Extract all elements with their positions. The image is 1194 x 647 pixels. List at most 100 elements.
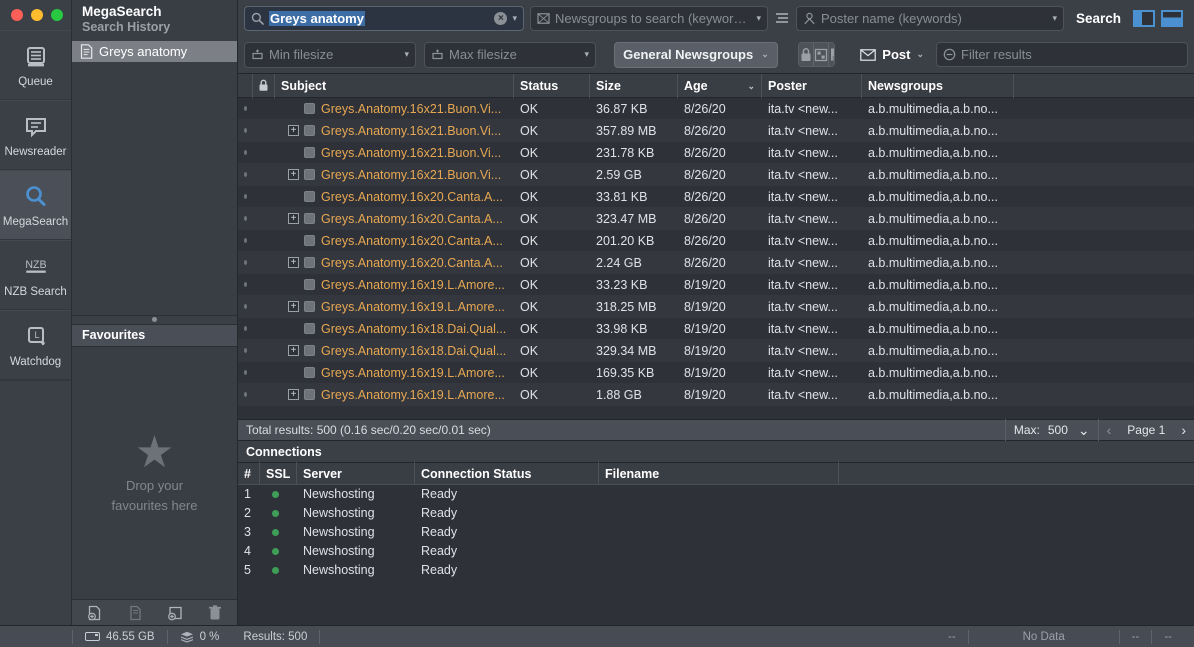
table-row[interactable]: Greys.Anatomy.16x20.Canta.A... OK 33.81 KB… <box>238 186 1194 208</box>
max-filesize-select[interactable]: Max filesize ▾ <box>424 41 596 68</box>
row-checkbox[interactable] <box>304 257 315 268</box>
document-icon[interactable] <box>829 43 835 66</box>
minimize-button[interactable] <box>31 9 43 21</box>
clear-search-icon[interactable]: × <box>494 11 508 25</box>
expand-row-icon[interactable]: + <box>288 301 299 312</box>
sidebar-splitter[interactable] <box>72 314 237 325</box>
connection-row[interactable]: 3 Newshosting Ready <box>238 523 1194 542</box>
category-select[interactable]: General Newsgroups ⌄ <box>614 41 778 68</box>
row-subject-cell[interactable]: + Greys.Anatomy.16x21.Buon.Vi... <box>275 120 514 142</box>
prev-page-button[interactable]: ‹ <box>1097 419 1120 441</box>
column-header-status[interactable]: Status <box>514 73 590 98</box>
search-history-item[interactable]: Greys anatomy <box>72 41 237 62</box>
table-row[interactable]: Greys.Anatomy.16x21.Buon.Vi... OK 36.87 KB… <box>238 98 1194 120</box>
column-header-newsgroups[interactable]: Newsgroups <box>862 73 1014 98</box>
row-subject-cell[interactable]: Greys.Anatomy.16x21.Buon.Vi... <box>275 142 514 164</box>
row-checkbox[interactable] <box>304 191 315 202</box>
row-checkbox[interactable] <box>304 125 315 136</box>
table-row[interactable]: Greys.Anatomy.16x19.L.Amore... OK 169.35 K… <box>238 362 1194 384</box>
chevron-down-icon[interactable]: ▾ <box>756 13 761 23</box>
add-folder-icon[interactable] <box>167 605 184 621</box>
row-subject-cell[interactable]: Greys.Anatomy.16x18.Dai.Qual... <box>275 318 514 340</box>
table-row[interactable]: Greys.Anatomy.16x20.Canta.A... OK 201.20 K… <box>238 230 1194 252</box>
results-table-body[interactable]: Greys.Anatomy.16x21.Buon.Vi... OK 36.87 KB… <box>238 98 1194 419</box>
row-checkbox[interactable] <box>304 235 315 246</box>
row-subject-cell[interactable]: + Greys.Anatomy.16x18.Dai.Qual... <box>275 340 514 362</box>
table-row[interactable]: + Greys.Anatomy.16x18.Dai.Qual... OK 329.34… <box>238 340 1194 362</box>
search-history-caret-icon[interactable]: ▾ <box>512 13 517 23</box>
close-button[interactable] <box>11 9 23 21</box>
column-header-lock[interactable] <box>253 73 275 98</box>
max-results-value[interactable]: 500 <box>1048 419 1076 441</box>
filter-results-input[interactable]: Filter results <box>936 42 1188 67</box>
row-checkbox[interactable] <box>304 103 315 114</box>
row-checkbox[interactable] <box>304 279 315 290</box>
row-checkbox[interactable] <box>304 213 315 224</box>
column-header-age[interactable]: Age ⌄ <box>678 73 762 98</box>
table-row[interactable]: + Greys.Anatomy.16x21.Buon.Vi... OK 2.59 GB… <box>238 164 1194 186</box>
poster-input[interactable]: Poster name (keywords) ▾ <box>796 5 1064 31</box>
connection-row[interactable]: 4 Newshosting Ready <box>238 542 1194 561</box>
row-checkbox[interactable] <box>304 147 315 158</box>
newsgroups-input[interactable]: Newsgroups to search (keywords) ▾ <box>530 5 768 31</box>
rail-item-queue[interactable]: Queue <box>0 30 71 100</box>
table-row[interactable]: + Greys.Anatomy.16x19.L.Amore... OK 1.88 GB… <box>238 384 1194 406</box>
expand-row-icon[interactable]: + <box>288 125 299 136</box>
row-subject-cell[interactable]: + Greys.Anatomy.16x21.Buon.Vi... <box>275 164 514 186</box>
rail-item-megasearch[interactable]: MegaSearch <box>0 170 71 240</box>
column-header-size[interactable]: Size <box>590 73 678 98</box>
table-row[interactable]: + Greys.Anatomy.16x21.Buon.Vi... OK 357.89 … <box>238 120 1194 142</box>
chevron-down-icon[interactable]: ▾ <box>1052 13 1057 23</box>
toggle-sidebar-button[interactable] <box>1133 9 1156 27</box>
maximize-button[interactable] <box>51 9 63 21</box>
row-subject-cell[interactable]: Greys.Anatomy.16x20.Canta.A... <box>275 186 514 208</box>
post-button[interactable]: Post ⌄ <box>856 47 928 62</box>
expand-row-icon[interactable]: + <box>288 345 299 356</box>
connection-row[interactable]: 1 Newshosting Ready <box>238 485 1194 504</box>
row-checkbox[interactable] <box>304 367 315 378</box>
next-page-button[interactable]: › <box>1173 419 1194 441</box>
row-checkbox[interactable] <box>304 323 315 334</box>
row-subject-cell[interactable]: + Greys.Anatomy.16x20.Canta.A... <box>275 252 514 274</box>
connections-table-body[interactable]: 1 Newshosting Ready 2 Newshosting Ready 3 Newsh… <box>238 485 1194 580</box>
chevron-down-icon[interactable]: ▾ <box>584 50 589 59</box>
rail-item-nzb-search[interactable]: NZB NZB Search <box>0 240 71 310</box>
expand-row-icon[interactable]: + <box>288 389 299 400</box>
column-header-poster[interactable]: Poster <box>762 73 862 98</box>
favourites-dropzone[interactable]: ★ Drop your favourites here <box>72 346 237 599</box>
row-subject-cell[interactable]: + Greys.Anatomy.16x19.L.Amore... <box>275 384 514 406</box>
row-checkbox[interactable] <box>304 389 315 400</box>
row-subject-cell[interactable]: Greys.Anatomy.16x20.Canta.A... <box>275 230 514 252</box>
table-row[interactable]: + Greys.Anatomy.16x20.Canta.A... OK 323.47 … <box>238 208 1194 230</box>
rail-item-newsreader[interactable]: Newsreader <box>0 100 71 170</box>
table-row[interactable]: Greys.Anatomy.16x21.Buon.Vi... OK 231.78 K… <box>238 142 1194 164</box>
row-subject-cell[interactable]: + Greys.Anatomy.16x20.Canta.A... <box>275 208 514 230</box>
puzzle-icon[interactable] <box>814 43 830 66</box>
row-checkbox[interactable] <box>304 169 315 180</box>
connection-row[interactable]: 5 Newshosting Ready <box>238 561 1194 580</box>
min-filesize-select[interactable]: Min filesize ▾ <box>244 41 416 68</box>
chevron-down-icon[interactable]: ▾ <box>404 50 409 59</box>
add-nzb-icon[interactable] <box>87 605 103 621</box>
toggle-bottom-panel-button[interactable] <box>1161 9 1184 27</box>
lock-icon[interactable] <box>799 43 815 66</box>
table-row[interactable]: Greys.Anatomy.16x18.Dai.Qual... OK 33.98 K… <box>238 318 1194 340</box>
connection-row[interactable]: 2 Newshosting Ready <box>238 504 1194 523</box>
row-subject-cell[interactable]: Greys.Anatomy.16x19.L.Amore... <box>275 362 514 384</box>
max-results-caret-icon[interactable]: ⌄ <box>1076 419 1098 441</box>
row-subject-cell[interactable]: + Greys.Anatomy.16x19.L.Amore... <box>275 296 514 318</box>
trash-icon[interactable] <box>208 604 222 621</box>
row-subject-cell[interactable]: Greys.Anatomy.16x21.Buon.Vi... <box>275 98 514 120</box>
expand-row-icon[interactable]: + <box>288 257 299 268</box>
column-header-subject[interactable]: Subject <box>275 73 514 98</box>
list-icon[interactable] <box>774 10 790 26</box>
row-checkbox[interactable] <box>304 301 315 312</box>
table-row[interactable]: Greys.Anatomy.16x19.L.Amore... OK 33.23 KB… <box>238 274 1194 296</box>
table-row[interactable]: + Greys.Anatomy.16x20.Canta.A... OK 2.24 GB… <box>238 252 1194 274</box>
expand-row-icon[interactable]: + <box>288 213 299 224</box>
expand-row-icon[interactable]: + <box>288 169 299 180</box>
rail-item-watchdog[interactable]: L Watchdog <box>0 310 71 380</box>
row-subject-cell[interactable]: Greys.Anatomy.16x19.L.Amore... <box>275 274 514 296</box>
table-row[interactable]: + Greys.Anatomy.16x19.L.Amore... OK 318.25 … <box>238 296 1194 318</box>
copy-icon[interactable] <box>127 605 143 621</box>
